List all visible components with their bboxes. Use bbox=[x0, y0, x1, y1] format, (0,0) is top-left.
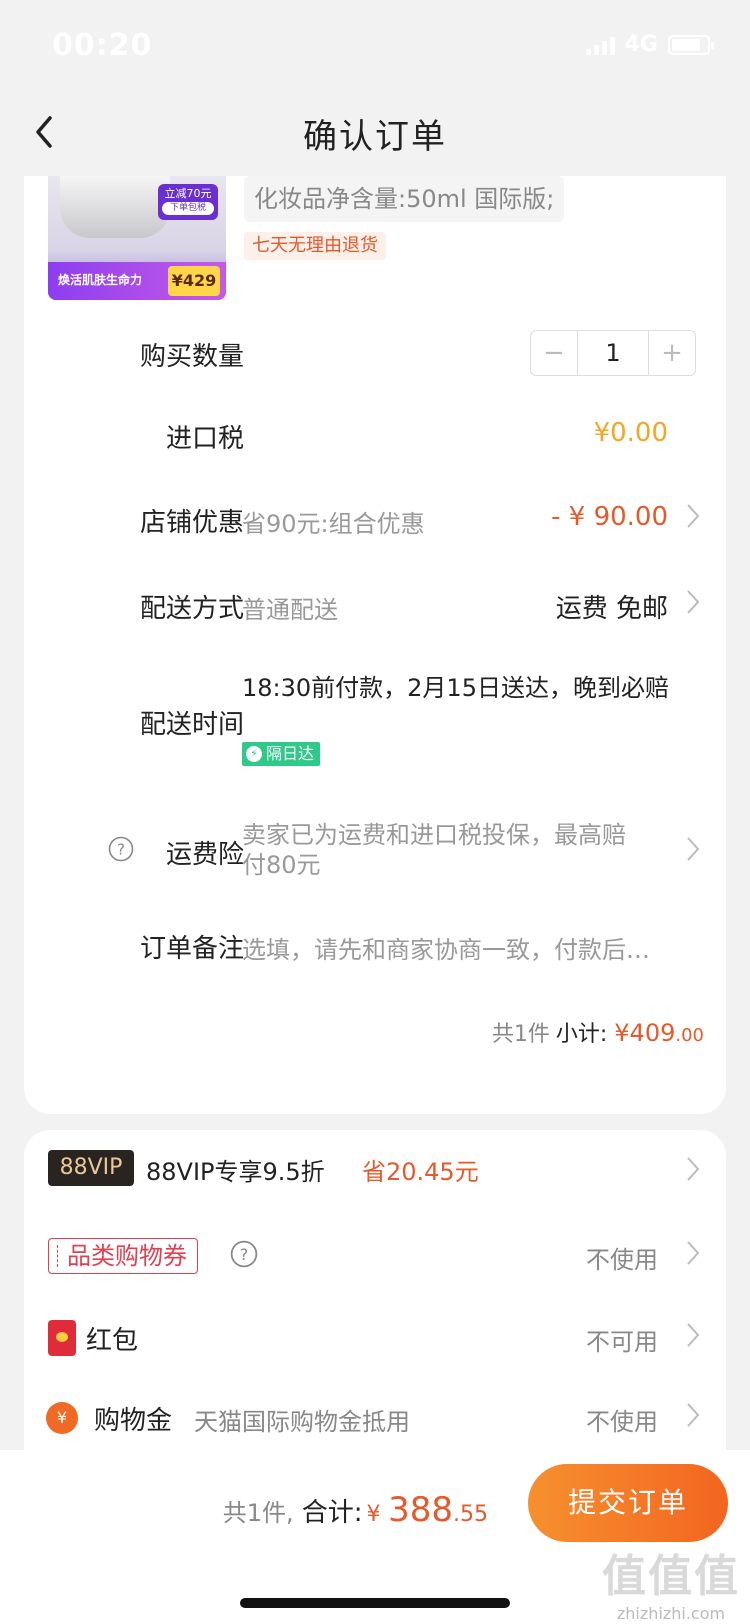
delivery-time-desc: 18:30前付款，2月15日送达，晚到必赔 bbox=[242, 674, 669, 702]
battery-icon bbox=[668, 34, 714, 55]
home-indicator bbox=[240, 1598, 510, 1608]
watermark-url: zhizhizhi.com bbox=[616, 1604, 726, 1623]
submit-order-button[interactable]: 提交订单 bbox=[528, 1464, 728, 1542]
promo-tag: 立减70元 下单包税 bbox=[158, 184, 218, 220]
shop-discount-label: 店铺优惠 bbox=[139, 508, 244, 538]
vip-badge: 88VIP bbox=[48, 1150, 134, 1186]
shopping-gold-icon: ¥ bbox=[46, 1402, 78, 1434]
delivery-method-label: 配送方式 bbox=[139, 594, 244, 624]
delivery-method-desc: 普通配送 bbox=[242, 596, 338, 624]
chevron-right-icon bbox=[687, 837, 700, 861]
product-image[interactable]: 立减70元 下单包税 焕活肌肤生命力 ¥429 bbox=[48, 176, 226, 300]
total-count: 共1件, bbox=[222, 1499, 294, 1527]
subtotal-currency: ¥ bbox=[614, 1019, 630, 1047]
chevron-left-icon bbox=[36, 116, 52, 148]
import-tax-label: 进口税 bbox=[165, 424, 244, 454]
chevron-right-icon bbox=[687, 1157, 700, 1181]
subtotal-count: 共1件 bbox=[491, 1022, 550, 1047]
subtotal: 共1件 小计: ¥409.00 bbox=[492, 1016, 704, 1048]
order-remark-label: 订单备注 bbox=[139, 934, 244, 964]
shipping-fee-value: 运费 免邮 bbox=[555, 594, 668, 624]
quantity-label: 购买数量 bbox=[139, 342, 244, 372]
category-coupon-badge: 品类购物券 bbox=[48, 1238, 198, 1274]
order-remark-input[interactable]: 选填，请先和商家协商一致，付款后… bbox=[242, 930, 692, 965]
vip-discount-text: 88VIP专享9.5折 bbox=[146, 1158, 325, 1186]
status-time: 00:20 bbox=[52, 28, 153, 63]
total-amount: 388 bbox=[388, 1490, 453, 1530]
chevron-right-icon bbox=[687, 1403, 700, 1427]
product-jar-graphic bbox=[60, 176, 170, 238]
subtotal-cents: .00 bbox=[675, 1025, 704, 1046]
vip-save-amount: 省20.45元 bbox=[362, 1158, 479, 1186]
delivery-method-row[interactable]: 配送方式 普通配送 运费 免邮 bbox=[24, 572, 726, 632]
network-type: 4G bbox=[624, 32, 658, 57]
signal-icon bbox=[585, 35, 615, 55]
shopping-gold-value: 不使用 bbox=[586, 1408, 658, 1436]
page-title: 确认订单 bbox=[303, 116, 447, 157]
svg-text:?: ? bbox=[117, 841, 125, 859]
total-cents: .55 bbox=[453, 1502, 488, 1527]
shop-discount-value: - ¥ 90.00 bbox=[551, 502, 668, 532]
total-label: 合计: bbox=[301, 1498, 363, 1528]
import-tax-value: ¥0.00 bbox=[593, 418, 668, 448]
delivery-time-label: 配送时间 bbox=[139, 710, 244, 740]
watermark-logo: 值值值 bbox=[602, 1551, 740, 1602]
shop-discount-row[interactable]: 店铺优惠 省90元:组合优惠 - ¥ 90.00 bbox=[24, 486, 726, 546]
svg-text:?: ? bbox=[240, 1245, 249, 1264]
benefits-card: 88VIP 88VIP专享9.5折 省20.45元 品类购物券 ? 不使用 红包… bbox=[24, 1130, 726, 1450]
return-policy-badge: 七天无理由退货 bbox=[244, 232, 386, 260]
order-card: 立减70元 下单包税 焕活肌肤生命力 ¥429 化妆品净含量:50ml 国际版;… bbox=[24, 176, 726, 1114]
help-circle-icon[interactable]: ? bbox=[230, 1240, 258, 1268]
shop-discount-desc: 省90元:组合优惠 bbox=[242, 510, 425, 538]
quantity-plus-button[interactable]: + bbox=[649, 331, 695, 375]
order-total: 共1件, 合计: ¥ 388.55 bbox=[223, 1490, 488, 1530]
next-day-badge: ⚡ 隔日达 bbox=[242, 742, 321, 766]
lightning-icon: ⚡ bbox=[246, 746, 262, 762]
red-packet-value: 不可用 bbox=[586, 1328, 658, 1356]
chevron-right-icon bbox=[687, 1241, 700, 1265]
subtotal-amount: 409 bbox=[629, 1019, 676, 1047]
shopping-gold-desc: 天猫国际购物金抵用 bbox=[194, 1408, 410, 1436]
promo-price: ¥429 bbox=[168, 266, 220, 296]
chevron-right-icon bbox=[687, 504, 700, 528]
chevron-right-icon bbox=[687, 1323, 700, 1347]
quantity-input[interactable]: 1 bbox=[577, 331, 649, 375]
quantity-stepper: − 1 + bbox=[530, 330, 696, 376]
shipping-insurance-row[interactable]: ? 运费险 卖家已为运费和进口税投保，最高赔付80元 bbox=[24, 814, 726, 884]
red-packet-label: 红包 bbox=[86, 1326, 139, 1356]
quantity-minus-button[interactable]: − bbox=[531, 331, 577, 375]
checkout-bar: 共1件, 合计: ¥ 388.55 提交订单 值值值 zhizhizhi.com bbox=[0, 1450, 750, 1624]
shopping-gold-label: 购物金 bbox=[94, 1406, 173, 1436]
help-circle-icon[interactable]: ? bbox=[108, 836, 134, 862]
back-button[interactable] bbox=[26, 112, 66, 152]
nav-bar: 确认订单 bbox=[0, 90, 750, 176]
watermark: 值值值 zhizhizhi.com bbox=[602, 1540, 740, 1623]
shipping-insurance-label: 运费险 bbox=[165, 840, 244, 870]
product-spec[interactable]: 化妆品净含量:50ml 国际版; bbox=[244, 176, 565, 222]
status-bar: 00:20 4G bbox=[0, 0, 750, 90]
promo-text: 焕活肌肤生命力 bbox=[58, 273, 143, 287]
chevron-right-icon bbox=[687, 590, 700, 614]
shipping-insurance-desc: 卖家已为运费和进口税投保，最高赔付80元 bbox=[242, 821, 626, 879]
total-currency: ¥ bbox=[366, 1502, 381, 1527]
red-packet-icon bbox=[48, 1320, 76, 1356]
subtotal-label: 小计: bbox=[555, 1022, 608, 1047]
status-indicators: 4G bbox=[585, 32, 714, 57]
category-coupon-value: 不使用 bbox=[586, 1246, 658, 1274]
